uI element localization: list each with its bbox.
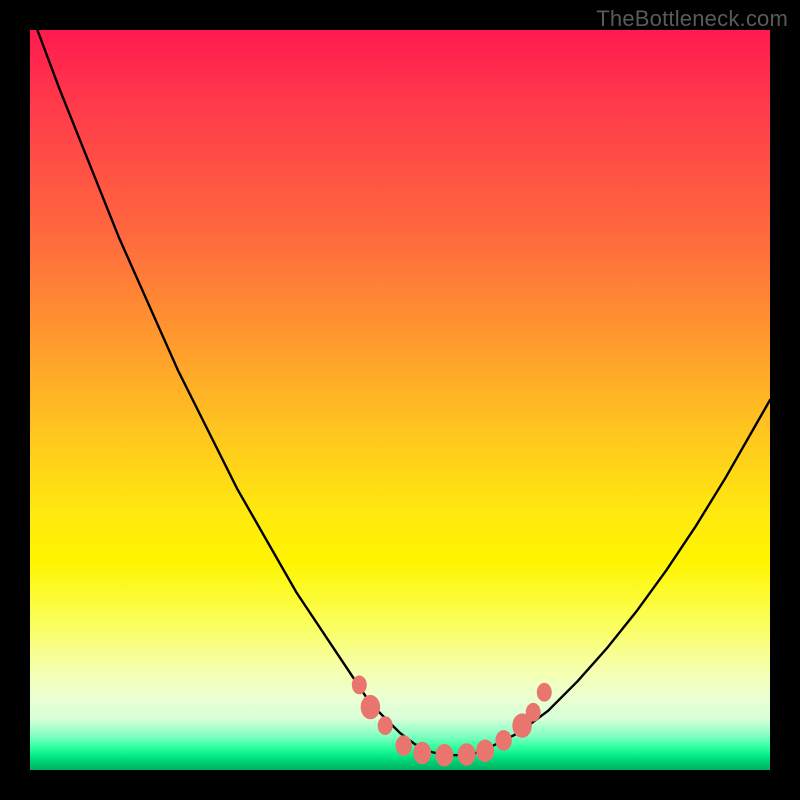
- curve-marker: [537, 683, 552, 702]
- curve-marker: [495, 730, 512, 751]
- bottleneck-curve: [37, 30, 770, 755]
- curve-layer: [30, 30, 770, 770]
- curve-marker: [476, 740, 494, 763]
- curve-marker: [526, 703, 541, 722]
- attribution-label: TheBottleneck.com: [596, 6, 788, 32]
- curve-marker: [378, 716, 393, 735]
- curve-marker: [352, 676, 367, 695]
- chart-stage: TheBottleneck.com: [0, 0, 800, 800]
- curve-marker: [395, 735, 412, 756]
- curve-marker: [413, 742, 431, 765]
- curve-marker: [361, 695, 381, 719]
- curve-marker: [435, 744, 453, 767]
- curve-markers: [352, 676, 552, 767]
- plot-area: [30, 30, 770, 770]
- curve-marker: [458, 743, 476, 766]
